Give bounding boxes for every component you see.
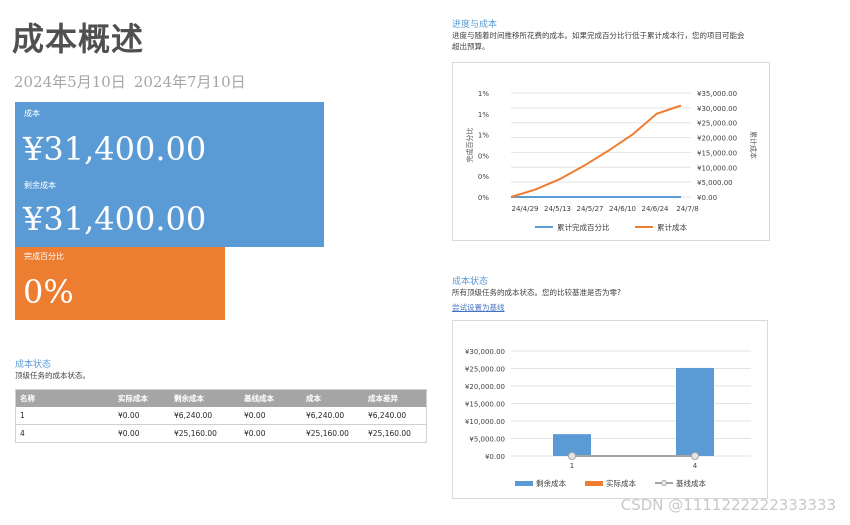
table-cell: ¥25,160.00 bbox=[170, 424, 240, 443]
set-baseline-link[interactable]: 尝试设置为基线 bbox=[452, 302, 505, 313]
y-tick-label: ¥0.00 bbox=[485, 453, 505, 461]
y-tick-label: ¥30,000.00 bbox=[465, 348, 505, 356]
y2-tick-label: ¥35,000.00 bbox=[697, 90, 737, 98]
right-status-title: 成本状态 bbox=[452, 277, 489, 287]
start-date: 2024年5月10日 bbox=[14, 73, 126, 91]
legend-label: 实际成本 bbox=[606, 478, 636, 488]
progress-cost-chart-svg: ¥0.00 ¥5,000.00 ¥10,000.00 ¥15,000.00 ¥20,00… bbox=[465, 90, 758, 232]
y-tick-label: ¥20,000.00 bbox=[465, 383, 505, 391]
cost-label: 成本 bbox=[24, 109, 40, 118]
y-tick-label: ¥25,000.00 bbox=[465, 366, 505, 374]
left-status-desc: 顶级任务的成本状态。 bbox=[15, 371, 90, 380]
page-title: 成本概述 bbox=[12, 20, 145, 58]
remaining-cost-value: ¥31,400.00 bbox=[23, 200, 207, 238]
y-tick-label: ¥5,000.00 bbox=[469, 436, 505, 444]
legend-swatch-marker bbox=[661, 480, 667, 486]
x-tick-label: 24/5/27 bbox=[577, 205, 604, 213]
legend-swatch bbox=[585, 481, 603, 486]
table-cell: ¥25,160.00 bbox=[364, 424, 427, 443]
y-tick-label: 0% bbox=[478, 173, 489, 181]
table-cell: ¥6,240.00 bbox=[364, 407, 427, 425]
y2-tick-label: ¥5,000.00 bbox=[697, 179, 733, 187]
y-tick-label: 0% bbox=[478, 152, 489, 160]
x-tick-label: 4 bbox=[693, 462, 698, 470]
legend-label: 累计成本 bbox=[657, 222, 687, 232]
series-line-1 bbox=[510, 104, 682, 198]
cost-status-chart-svg: ¥0.00 ¥5,000.00 ¥10,000.00 ¥15,000.00 ¥20,00… bbox=[465, 348, 751, 488]
progress-desc: 进度与随着时间推移所花费的成本。如果完成百分比行低于累计成本行，您的项目可能会 … bbox=[452, 30, 745, 52]
table-row[interactable]: 4 ¥0.00 ¥25,160.00 ¥0.00 ¥25,160.00 ¥25,… bbox=[15, 424, 427, 443]
col-remaining-cost: 剩余成本 bbox=[170, 389, 240, 407]
col-cost-variance: 成本差异 bbox=[364, 389, 427, 407]
progress-desc-line1: 进度与随着时间推移所花费的成本。如果完成百分比行低于累计成本行，您的项目可能会 bbox=[452, 31, 745, 40]
cost-status-chart: ¥0.00 ¥5,000.00 ¥10,000.00 ¥15,000.00 ¥20,00… bbox=[452, 320, 768, 499]
x-tick-label: 24/6/24 bbox=[642, 205, 670, 213]
progress-cost-chart: ¥0.00 ¥5,000.00 ¥10,000.00 ¥15,000.00 ¥20,00… bbox=[452, 62, 770, 241]
y-tick-label: ¥10,000.00 bbox=[465, 418, 505, 426]
baseline-point bbox=[568, 452, 576, 460]
y-tick-label: 1% bbox=[478, 132, 489, 140]
col-cost: 成本 bbox=[302, 389, 364, 407]
cost-tile: 成本 ¥31,400.00 剩余成本 ¥31,400.00 bbox=[15, 102, 324, 247]
baseline-point bbox=[691, 452, 699, 460]
bar-remaining-cost bbox=[676, 367, 714, 456]
y-tick-label: 1% bbox=[478, 90, 489, 98]
table-cell: ¥0.00 bbox=[114, 424, 170, 443]
progress-desc-line2: 超出预算。 bbox=[452, 42, 490, 51]
table-header-row: 名称 实际成本 剩余成本 基线成本 成本 成本差异 bbox=[15, 389, 427, 407]
cost-status-table: 名称 实际成本 剩余成本 基线成本 成本 成本差异 1 ¥0.00 ¥6,240… bbox=[15, 389, 427, 443]
y2-tick-label: ¥20,000.00 bbox=[697, 135, 737, 143]
x-tick-label: 24/5/13 bbox=[544, 205, 571, 213]
table-cell: ¥25,160.00 bbox=[302, 424, 364, 443]
y2-tick-label: ¥30,000.00 bbox=[697, 105, 737, 113]
percent-complete-value: 0% bbox=[23, 273, 74, 311]
watermark: CSDN @1111222222333333 bbox=[620, 496, 836, 514]
percent-complete-label: 完成百分比 bbox=[24, 252, 64, 261]
x-tick-label: 24/7/8 bbox=[676, 205, 699, 213]
col-name: 名称 bbox=[15, 389, 114, 407]
progress-title: 进度与成本 bbox=[452, 20, 498, 30]
legend-swatch bbox=[515, 481, 533, 486]
y2-tick-label: ¥10,000.00 bbox=[697, 164, 737, 172]
y-tick-label: 0% bbox=[478, 194, 489, 202]
date-range: 2024年5月10日 2024年7月10日 bbox=[14, 71, 254, 92]
remaining-cost-label: 剩余成本 bbox=[24, 181, 56, 190]
y2-tick-label: ¥25,000.00 bbox=[697, 120, 737, 128]
right-status-desc: 所有顶级任务的成本状态。您的比较基准是否为零? bbox=[452, 288, 621, 297]
x-tick-label: 1 bbox=[570, 462, 574, 470]
end-date: 2024年7月10日 bbox=[133, 73, 246, 91]
y-tick-label: ¥15,000.00 bbox=[465, 401, 505, 409]
y-axis-title: 完成百分比 bbox=[465, 128, 474, 163]
table-cell: ¥6,240.00 bbox=[302, 407, 364, 425]
table-cell: ¥0.00 bbox=[240, 424, 302, 443]
table-cell: 4 bbox=[15, 424, 114, 443]
table-cell: ¥0.00 bbox=[240, 407, 302, 425]
y2-axis-title: 累计成本 bbox=[749, 131, 758, 159]
legend-label: 基线成本 bbox=[676, 478, 706, 488]
y2-tick-label: ¥15,000.00 bbox=[697, 149, 737, 157]
col-actual-cost: 实际成本 bbox=[114, 389, 170, 407]
left-status-title: 成本状态 bbox=[15, 360, 52, 370]
table-cell: ¥0.00 bbox=[114, 407, 170, 425]
cost-value: ¥31,400.00 bbox=[23, 130, 207, 168]
percent-complete-tile: 完成百分比 0% bbox=[15, 247, 225, 320]
table-cell: ¥6,240.00 bbox=[170, 407, 240, 425]
col-baseline-cost: 基线成本 bbox=[240, 389, 302, 407]
legend-label: 剩余成本 bbox=[536, 478, 566, 488]
y2-tick-label: ¥0.00 bbox=[697, 194, 717, 202]
table-cell: 1 bbox=[15, 407, 114, 425]
x-tick-label: 24/4/29 bbox=[512, 205, 539, 213]
y-tick-label: 1% bbox=[478, 111, 489, 119]
table-row[interactable]: 1 ¥0.00 ¥6,240.00 ¥0.00 ¥6,240.00 ¥6,240… bbox=[15, 407, 427, 425]
x-tick-label: 24/6/10 bbox=[609, 205, 636, 213]
legend-label: 累计完成百分比 bbox=[557, 222, 610, 232]
